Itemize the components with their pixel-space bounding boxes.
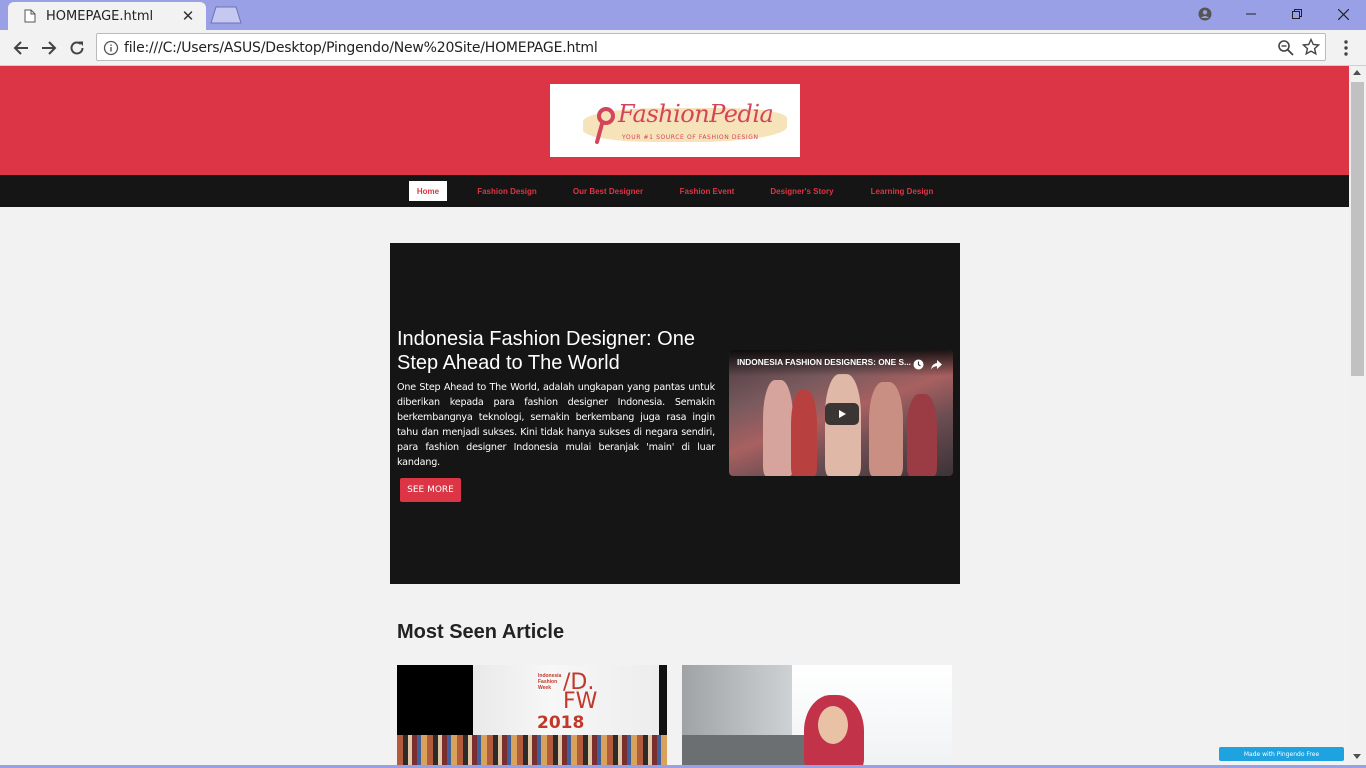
hero-title: Indonesia Fashion Designer: One Step Ahe… [397, 328, 695, 374]
browser-titlebar: HOMEPAGE.html ✕ [0, 0, 1366, 30]
zoom-icon[interactable] [1277, 39, 1295, 57]
watch-later-icon[interactable] [913, 357, 924, 370]
hero-section: Indonesia Fashion Designer: One Step Ahe… [390, 243, 960, 584]
browser-tab[interactable]: HOMEPAGE.html ✕ [8, 2, 206, 30]
minimize-button[interactable] [1228, 0, 1274, 28]
bookmark-star-icon[interactable] [1301, 37, 1321, 56]
magnifier-icon [594, 104, 620, 144]
browser-toolbar: file:///C:/Users/ASUS/Desktop/Pingendo/N… [0, 30, 1366, 66]
tab-close-icon[interactable]: ✕ [180, 7, 196, 25]
runway-crowd-image [397, 735, 667, 768]
video-figure [869, 382, 903, 476]
designer-face [818, 706, 848, 744]
site-header: FashionPedia YOUR #1 SOURCE OF FASHION D… [0, 66, 1349, 175]
nav-fashion-design[interactable]: Fashion Design [474, 181, 540, 201]
document-icon [22, 8, 38, 24]
article-card-ifw-2018[interactable]: Indonesia Fashion Week /D. FW 2018 [397, 665, 667, 768]
article-card-designer[interactable] [682, 665, 952, 768]
video-figure [763, 380, 793, 476]
video-figure [825, 374, 861, 476]
nav-learning-design[interactable]: Learning Design [866, 181, 938, 201]
nav-designers-story[interactable]: Designer's Story [766, 181, 838, 201]
pingendo-badge[interactable]: Made with Pingendo Free [1219, 747, 1344, 761]
url-text[interactable]: file:///C:/Users/ASUS/Desktop/Pingendo/N… [124, 40, 598, 56]
share-icon[interactable] [931, 357, 942, 370]
tab-title: HOMEPAGE.html [46, 8, 154, 24]
see-more-button[interactable]: SEE MORE [400, 478, 461, 502]
card-desk [682, 735, 817, 768]
youtube-video-embed[interactable]: INDONESIA FASHION DESIGNERS: ONE S... [729, 350, 953, 476]
scroll-down-arrow-icon[interactable] [1353, 754, 1361, 759]
back-button[interactable] [9, 36, 33, 60]
forward-button[interactable] [37, 36, 61, 60]
video-title[interactable]: INDONESIA FASHION DESIGNERS: ONE S... [737, 357, 911, 367]
video-figure [907, 394, 937, 476]
info-icon[interactable] [103, 40, 119, 56]
play-icon[interactable] [825, 403, 859, 425]
most-seen-title: Most Seen Article [397, 621, 565, 643]
site-logo[interactable]: FashionPedia YOUR #1 SOURCE OF FASHION D… [550, 84, 800, 157]
hero-text: One Step Ahead to The World, adalah ungk… [397, 382, 715, 468]
close-window-button[interactable] [1320, 0, 1366, 28]
page-scrollbar[interactable] [1349, 66, 1366, 768]
nav-fashion-event[interactable]: Fashion Event [676, 181, 738, 201]
ifw-small-label: Indonesia Fashion Week [538, 673, 562, 691]
logo-text: FashionPedia [618, 100, 774, 128]
reload-button[interactable] [65, 36, 89, 60]
scroll-up-arrow-icon[interactable] [1353, 70, 1361, 75]
logo-tagline: YOUR #1 SOURCE OF FASHION DESIGN [622, 134, 759, 141]
browser-menu-button[interactable] [1336, 37, 1356, 59]
site-navbar: Home Fashion Design Our Best Designer Fa… [0, 175, 1349, 207]
ifw-logo-text: /D. FW [563, 672, 598, 714]
page-viewport: FashionPedia YOUR #1 SOURCE OF FASHION D… [0, 66, 1349, 768]
account-icon[interactable] [1182, 0, 1228, 28]
nav-our-best-designer[interactable]: Our Best Designer [568, 181, 648, 201]
nav-home[interactable]: Home [409, 181, 447, 201]
scrollbar-thumb[interactable] [1351, 82, 1364, 376]
ifw-logo-fw: FW [563, 689, 598, 714]
new-tab-button[interactable] [210, 6, 242, 24]
address-bar[interactable]: file:///C:/Users/ASUS/Desktop/Pingendo/N… [96, 33, 1326, 61]
ifw-year: 2018 [537, 713, 585, 733]
video-figure [791, 390, 817, 476]
restore-button[interactable] [1274, 0, 1320, 28]
